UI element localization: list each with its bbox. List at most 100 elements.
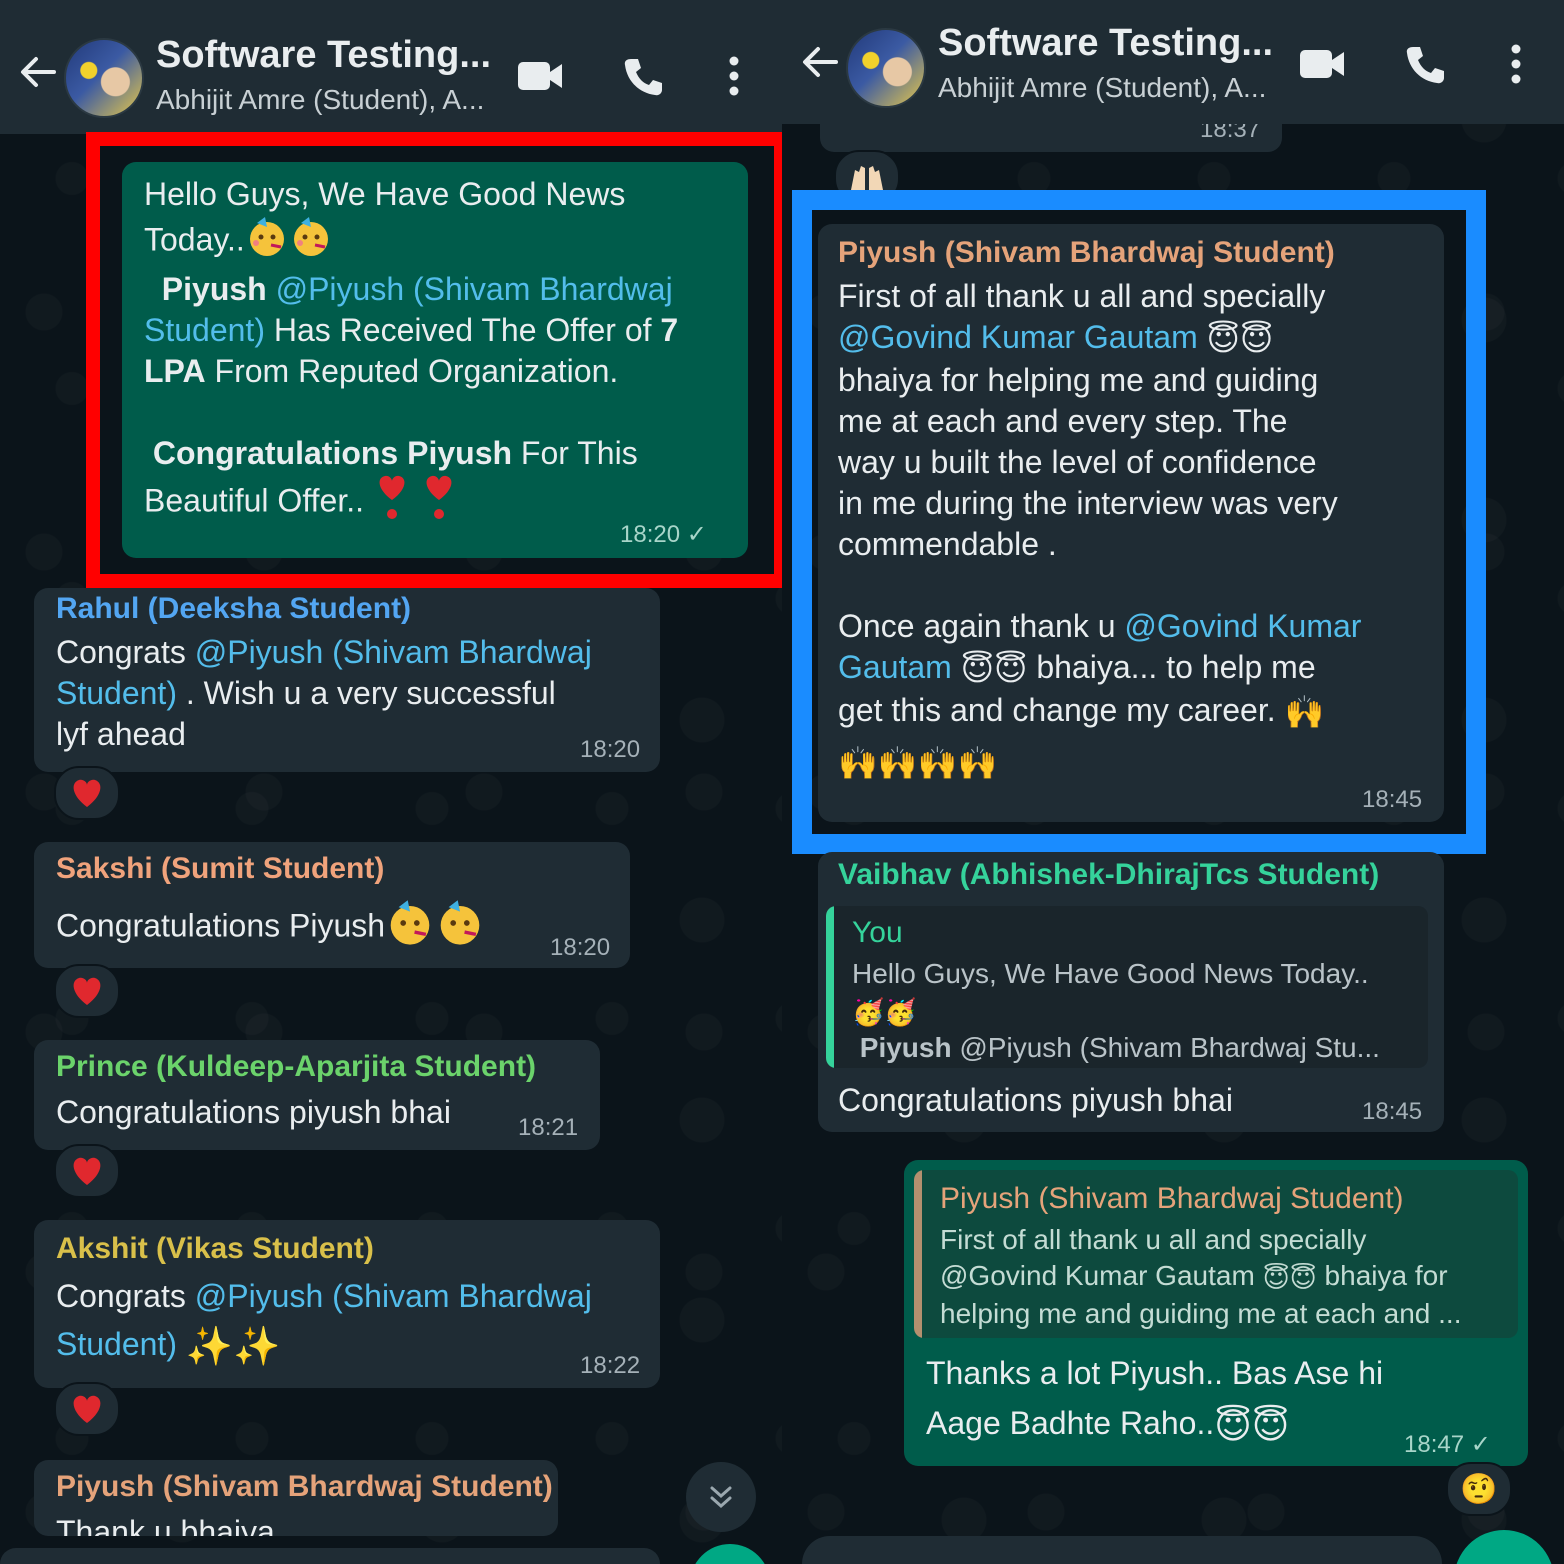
message-text: Congratulations Piyush (56, 898, 616, 958)
more-options-icon[interactable] (1508, 44, 1524, 84)
mention-govind[interactable]: @Govind Kumar (1124, 608, 1361, 644)
chat-title[interactable]: Software Testing... (156, 34, 491, 77)
smiling-face-halo-emoji: 😇😇 (1262, 1262, 1317, 1293)
face-emoji: 🤨 (1460, 1472, 1498, 1506)
sender-name[interactable]: Piyush (Shivam Bhardwaj Student) (56, 1470, 553, 1504)
message-text: Congrats @Piyush (Shivam Bhardwaj Studen… (56, 634, 592, 752)
message-timestamp: 18:47 ✓ (1404, 1431, 1491, 1458)
red-heart-icon (73, 1157, 101, 1185)
chat-pane-right: 18:37 Software Testing... Abhijit Amre (… (782, 0, 1564, 1564)
reaction-face[interactable]: 🤨 (1446, 1462, 1512, 1516)
sent-check-icon: ✓ (686, 521, 707, 548)
mention-govind-cont[interactable]: Gautam (838, 649, 952, 685)
sparkles-emoji: ✨ (233, 1325, 281, 1368)
smiling-face-halo-emoji: 😇😇 (960, 651, 1028, 688)
raised-hands-emoji: 🙌🙌🙌🙌 (838, 745, 998, 782)
message-text: Congrats @Piyush (Shivam Bhardwaj Studen… (56, 1272, 656, 1371)
message-reply-outgoing[interactable]: Piyush (Shivam Bhardwaj Student) First o… (904, 1160, 1528, 1466)
mention-piyush[interactable]: @Piyush (Shivam Bhardwaj (195, 634, 592, 670)
message-timestamp: 18:45 (1362, 786, 1423, 813)
message-input-bar[interactable] (802, 1536, 1442, 1564)
message-timestamp: 18:21 (518, 1114, 579, 1141)
red-heart-icon (73, 779, 101, 807)
back-arrow-icon[interactable] (798, 40, 842, 84)
back-arrow-icon[interactable] (16, 50, 60, 94)
group-avatar[interactable] (846, 28, 926, 108)
message-sakshi[interactable]: Sakshi (Sumit Student) Congratulations P… (34, 842, 630, 968)
sender-name[interactable]: Rahul (Deeksha Student) (56, 592, 411, 626)
mic-button[interactable] (1454, 1530, 1554, 1564)
partying-face-emoji (245, 215, 289, 269)
sender-name[interactable]: Akshit (Vikas Student) (56, 1232, 374, 1266)
message-input-bar[interactable] (0, 1548, 660, 1564)
double-chevron-down-icon (710, 1486, 732, 1509)
mention-piyush-cont[interactable]: Student) (144, 312, 265, 348)
message-prince[interactable]: Prince (Kuldeep-Aparjita Student) Congra… (34, 1040, 600, 1150)
group-avatar[interactable] (64, 38, 144, 118)
chat-subtitle[interactable]: Abhijit Amre (Student), A... (156, 84, 484, 116)
message-timestamp: 18:20 ✓ (620, 521, 707, 548)
video-call-icon[interactable] (516, 58, 564, 94)
sparkles-emoji: ✨ (185, 1325, 234, 1368)
smiling-face-halo-emoji: 😇😇 (1206, 321, 1274, 358)
sender-name[interactable]: Prince (Kuldeep-Aparjita Student) (56, 1050, 536, 1084)
quoted-message[interactable]: Piyush (Shivam Bhardwaj Student) First o… (914, 1170, 1518, 1338)
message-timestamp: 18:22 (580, 1352, 641, 1379)
quote-accent-bar (826, 906, 834, 1068)
message-akshit[interactable]: Akshit (Vikas Student) Congrats @Piyush … (34, 1220, 660, 1388)
reaction-heart[interactable] (54, 964, 120, 1018)
mention-piyush-cont[interactable]: Student) (56, 675, 177, 711)
message-timestamp: 18:20 (580, 736, 641, 763)
mention-piyush[interactable]: @Piyush (Shivam Bhardwaj (195, 1278, 592, 1314)
quoted-message[interactable]: You Hello Guys, We Have Good News Today.… (826, 906, 1428, 1068)
chat-subtitle[interactable]: Abhijit Amre (Student), A... (938, 72, 1266, 104)
sent-check-icon: ✓ (1470, 1431, 1491, 1458)
voice-call-icon[interactable] (622, 56, 664, 98)
mic-button[interactable] (690, 1544, 770, 1564)
sender-name[interactable]: Piyush (Shivam Bhardwaj Student) (838, 236, 1335, 270)
sender-name[interactable]: Vaibhav (Abhishek-DhirajTcs Student) (838, 858, 1379, 892)
quote-text: First of all thank u all and specially @… (940, 1224, 1462, 1329)
more-options-icon[interactable] (726, 56, 742, 96)
voice-call-icon[interactable] (1404, 44, 1446, 86)
reaction-heart[interactable] (54, 766, 120, 820)
partying-face-emoji (385, 898, 435, 958)
message-text: Thank u bhaiya (56, 1514, 275, 1536)
raised-hands-icon (851, 166, 883, 190)
message-timestamp: 18:20 (550, 934, 611, 961)
red-heart-icon (73, 1395, 101, 1423)
mention-piyush[interactable]: @Piyush (Shivam Bhardwaj (276, 271, 673, 307)
sender-name[interactable]: Sakshi (Sumit Student) (56, 852, 384, 886)
red-heart-icon (73, 977, 101, 1005)
partying-face-emoji (435, 898, 485, 958)
message-timestamp: 18:45 (1362, 1098, 1423, 1125)
message-offer-announcement[interactable]: Hello Guys, We Have Good News Today.. Pi… (122, 162, 748, 558)
chat-header: Software Testing... Abhijit Amre (Studen… (782, 0, 1564, 124)
chat-title[interactable]: Software Testing... (938, 22, 1273, 65)
message-text: Congratulations piyush bhai (56, 1094, 451, 1130)
message-vaibhav[interactable]: Vaibhav (Abhishek-DhirajTcs Student) You… (818, 852, 1444, 1132)
chat-header: Software Testing... Abhijit Amre (Studen… (0, 0, 782, 134)
mention-govind[interactable]: @Govind Kumar Gautam (838, 319, 1198, 355)
quote-accent-bar (914, 1170, 922, 1338)
message-text: First of all thank u all and specially @… (838, 276, 1438, 793)
message-text: Hello Guys, We Have Good News Today.. Pi… (144, 174, 744, 532)
message-piyush-thanks[interactable]: Piyush (Shivam Bhardwaj Student) First o… (818, 224, 1444, 822)
heart-exclamation-emoji (373, 474, 411, 532)
quote-text: Hello Guys, We Have Good News Today.. 🥳🥳… (852, 958, 1380, 1063)
quote-sender: You (852, 916, 903, 949)
heart-exclamation-emoji (420, 474, 458, 532)
message-piyush-partial[interactable]: Piyush (Shivam Bhardwaj Student) Thank u… (34, 1460, 558, 1536)
video-call-icon[interactable] (1298, 46, 1346, 82)
scroll-to-bottom-button[interactable] (686, 1462, 756, 1532)
reaction-heart[interactable] (54, 1144, 120, 1198)
message-rahul[interactable]: Rahul (Deeksha Student) Congrats @Piyush… (34, 588, 660, 772)
reaction-heart[interactable] (54, 1382, 120, 1436)
partying-face-emoji: 🥳🥳 (852, 996, 917, 1027)
raised-hands-emoji: 🙌 (1284, 694, 1325, 731)
mention-piyush-cont[interactable]: Student) (56, 1326, 177, 1362)
quote-sender: Piyush (Shivam Bhardwaj Student) (940, 1182, 1404, 1215)
chat-pane-left: Software Testing... Abhijit Amre (Studen… (0, 0, 782, 1564)
message-text: Congratulations piyush bhai (838, 1082, 1233, 1118)
smiling-face-halo-emoji: 😇😇 (1214, 1404, 1290, 1446)
